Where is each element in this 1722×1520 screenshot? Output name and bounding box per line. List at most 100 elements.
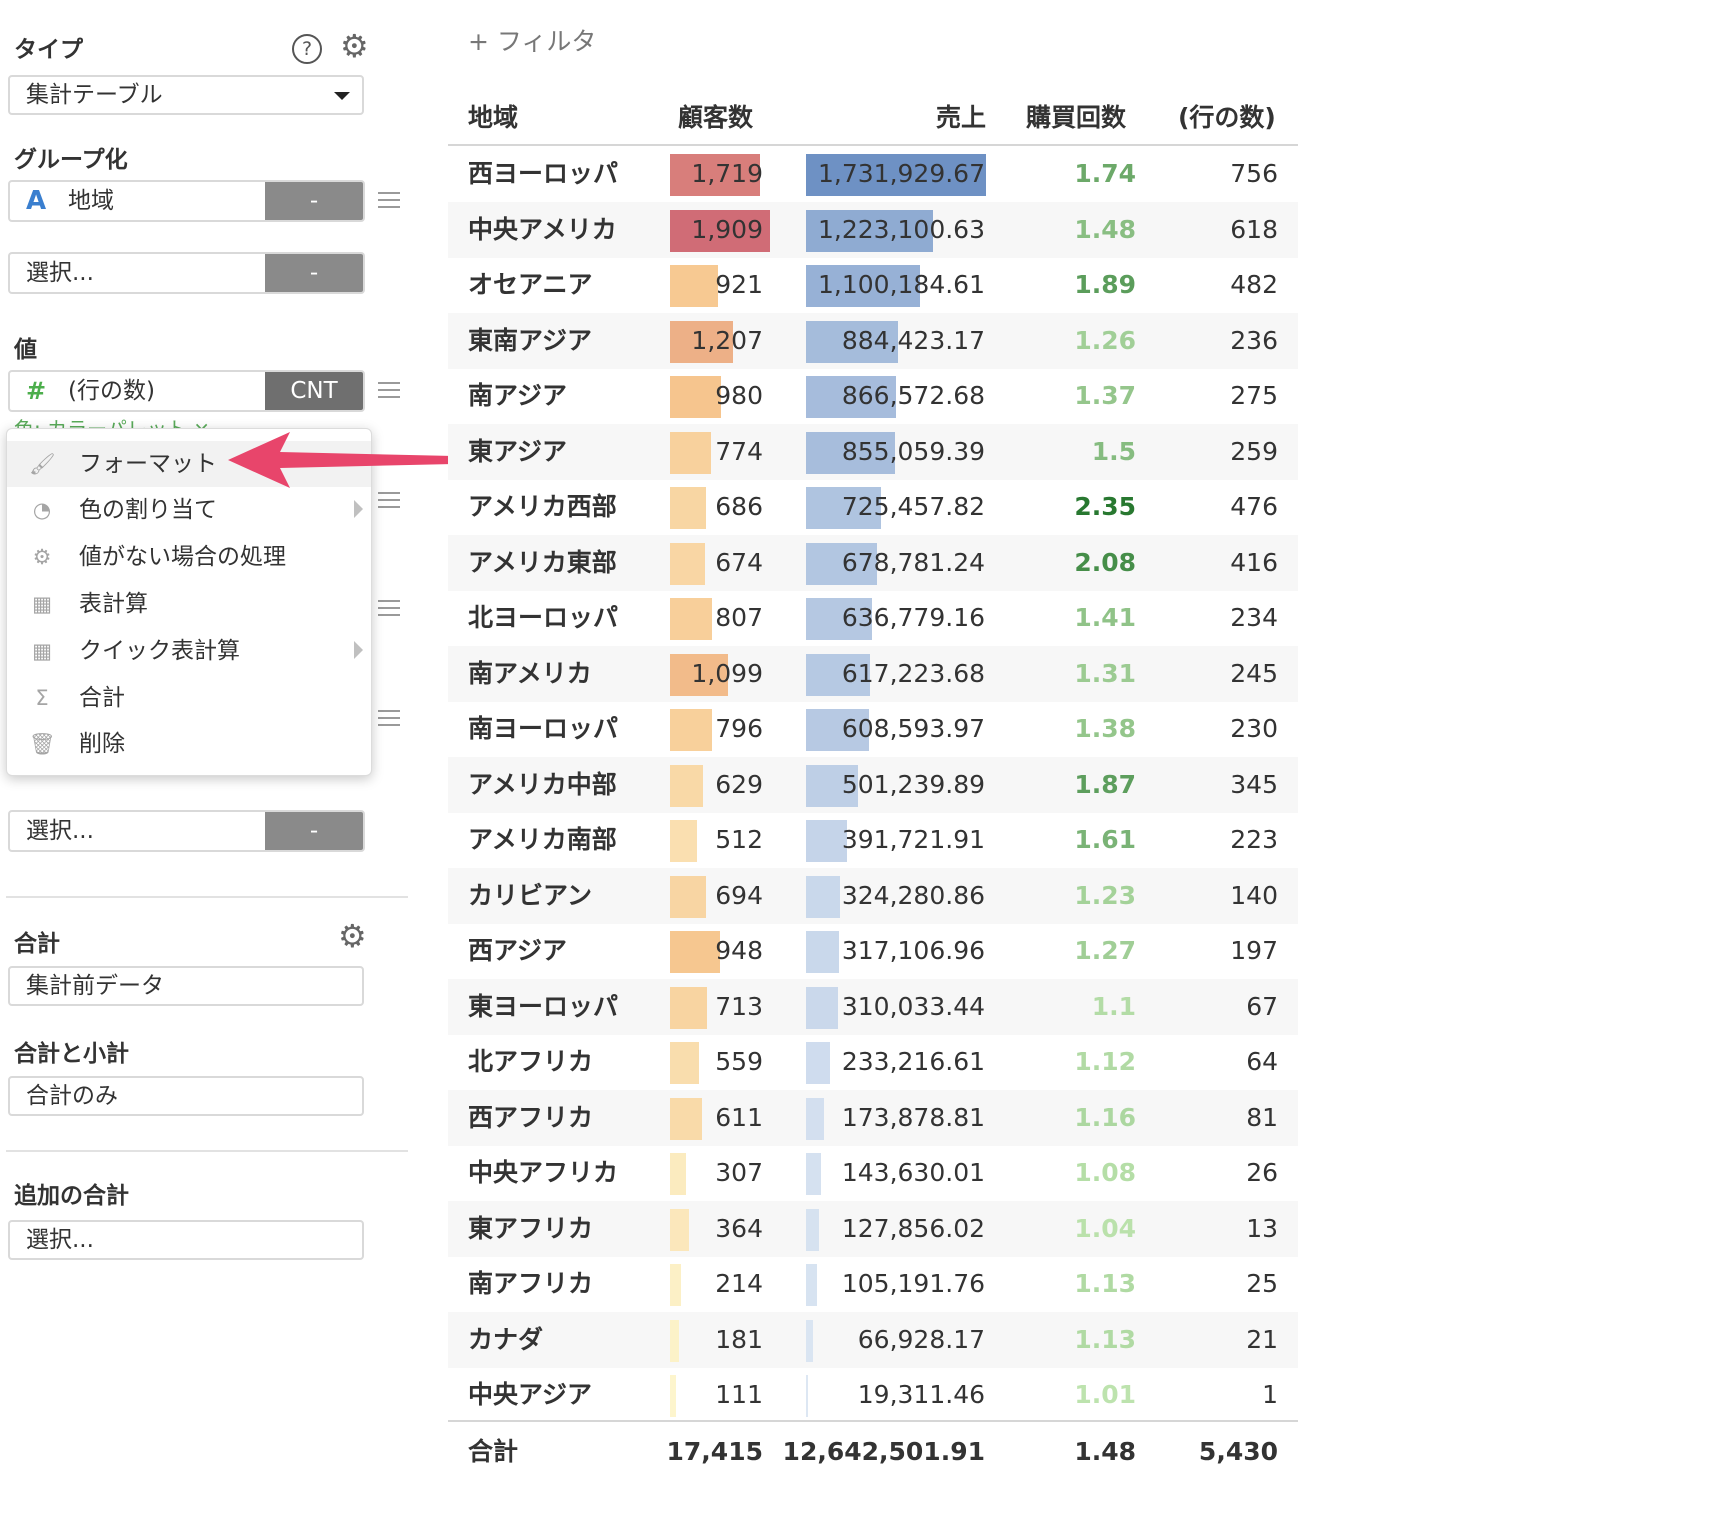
drag-handle-icon[interactable] (378, 382, 400, 398)
group-select-button[interactable]: - (265, 254, 363, 292)
gear-icon[interactable]: ⚙ (340, 30, 369, 62)
extra-total-label: 追加の合計 (14, 1183, 129, 1209)
table-row: オセアニア 921 1,100,184.61 1.89 482 (448, 257, 1298, 313)
table-row: 南アメリカ 1,099 617,223.68 1.31 245 (448, 645, 1298, 702)
table-row: アメリカ西部 686 725,457.82 2.35 476 (448, 479, 1298, 535)
trash-icon: 🗑 (29, 732, 56, 756)
table-row: 中央アフリカ 307 143,630.01 1.08 26 (448, 1145, 1298, 1201)
table-row: 北アフリカ 559 233,216.61 1.12 64 (448, 1034, 1298, 1090)
aggregate-table: + フィルタ 地域 顧客数 売上▾ 購買回数 (行の数) 西ヨーロッパ1,719… (448, 0, 1308, 1520)
table-row: 東アジア 774 855,059.39 1.5 259 (448, 423, 1298, 480)
row-count-value: 234 (1230, 603, 1278, 632)
row-count-value: 140 (1230, 880, 1278, 910)
table-row: 南アジア 980 866,572.68 1.37 275 (448, 368, 1298, 424)
group-label: グループ化 (14, 147, 128, 173)
menu-item-missing-values[interactable]: ⚙ 値がない場合の処理 (7, 534, 371, 580)
row-count-value: 26 (1246, 1158, 1278, 1187)
total-select[interactable]: 集計前データ (8, 966, 364, 1006)
type-select[interactable]: 集計テーブル (8, 75, 364, 115)
menu-item-quick-table-calc[interactable]: ▦ クイック表計算 (7, 628, 371, 674)
group-select-pill[interactable]: 選択... - (8, 252, 365, 294)
palette-icon: ◔ (32, 498, 52, 522)
row-count-value: 67 (1246, 991, 1278, 1021)
subtotal-select[interactable]: 合計のみ (8, 1076, 364, 1116)
table-icon: ▦ (32, 592, 52, 616)
total-label: 合計 (14, 931, 60, 957)
total-divider (448, 1420, 1298, 1422)
table-row: 東アフリカ 364 127,856.02 1.04 13 (448, 1200, 1298, 1257)
group-select-text: 選択... (26, 260, 94, 286)
row-count-value: 259 (1230, 436, 1278, 466)
gear-icon[interactable]: ⚙ (338, 920, 367, 952)
type-label: タイプ (14, 37, 83, 63)
value-field-pill[interactable]: # (行の数) CNT (8, 370, 365, 412)
type-select-value: 集計テーブル (26, 82, 163, 108)
select-pill[interactable]: 選択... - (8, 810, 365, 852)
color-setting-partial: 色: カラーパレット × (14, 416, 210, 428)
number-type-icon: # (26, 377, 47, 405)
drag-handle-icon[interactable] (378, 710, 400, 726)
row-count-value: 223 (1230, 825, 1278, 854)
chevron-down-icon (334, 92, 350, 100)
group-field-button[interactable]: - (265, 182, 363, 220)
table-row: カナダ 181 66,928.17 1.13 21 (448, 1311, 1298, 1368)
header-sales[interactable]: 売上▾ (928, 96, 986, 176)
row-count-value: 618 (1230, 214, 1278, 244)
total-rows: 5,430 (1198, 1437, 1278, 1466)
drag-handle-icon[interactable] (378, 192, 400, 208)
help-icon[interactable]: ? (292, 34, 322, 64)
header-row-count[interactable]: (行の数) (1178, 96, 1276, 140)
table-row: 東南アジア 1,207 884,423.17 1.26 236 (448, 312, 1298, 369)
subtotal-label: 合計と小計 (14, 1041, 129, 1067)
menu-item-table-calc[interactable]: ▦ 表計算 (7, 581, 371, 627)
extra-total-select[interactable]: 選択... (8, 1220, 364, 1260)
sigma-icon: Σ (35, 686, 49, 710)
table-row: 西アジア 948 317,106.96 1.27 197 (448, 923, 1298, 979)
row-count-value: 476 (1230, 492, 1278, 521)
divider (6, 1150, 408, 1152)
row-count-value: 345 (1230, 769, 1278, 799)
table-row: カリビアン 694 324,280.86 1.23 140 (448, 867, 1298, 924)
table-row: アメリカ東部 674 678,781.24 2.08 416 (448, 534, 1298, 591)
table-icon: ▦ (32, 639, 52, 663)
row-count-value: 245 (1230, 658, 1278, 688)
select-text: 選択... (26, 818, 94, 844)
menu-item-color-assign[interactable]: ◔ 色の割り当て (7, 487, 371, 533)
table-row: 北ヨーロッパ 807 636,779.16 1.41 234 (448, 590, 1298, 646)
divider (6, 896, 408, 898)
group-field-name: 地域 (68, 188, 114, 214)
row-count-value: 236 (1230, 325, 1278, 355)
annotation-arrow (228, 432, 454, 488)
table-row: 東ヨーロッパ 713 310,033.44 1.1 67 (448, 978, 1298, 1035)
table-row: 西ヨーロッパ 1,719 1,731,929.67 1.74 756 (448, 146, 1298, 202)
table-row: アメリカ中部 629 501,239.89 1.87 345 (448, 756, 1298, 813)
add-filter-button[interactable]: + フィルタ (468, 22, 596, 58)
gear-icon: ⚙ (32, 545, 52, 569)
row-count-value: 756 (1230, 159, 1278, 188)
header-region[interactable]: 地域 (468, 96, 518, 140)
row-count-value: 197 (1230, 936, 1278, 965)
row-count-value: 81 (1246, 1102, 1278, 1132)
table-row: 中央アメリカ 1,909 1,223,100.63 1.48 618 (448, 201, 1298, 258)
header-purchases[interactable]: 購買回数 (1026, 96, 1126, 140)
aggregation-button[interactable]: CNT (265, 372, 363, 410)
string-type-icon: A (26, 186, 47, 216)
table-row: 南ヨーロッパ 796 608,593.97 1.38 230 (448, 701, 1298, 757)
row-count-value: 1 (1262, 1380, 1278, 1409)
table-row: 中央アジア 111 19,311.46 1.01 1 (448, 1367, 1298, 1423)
row-count-value: 21 (1246, 1324, 1278, 1354)
group-field-pill[interactable]: A 地域 - (8, 180, 365, 222)
row-count-value: 275 (1230, 381, 1278, 410)
total-row: 合計 17,415 12,642,501.91 1.48 5,430 (448, 1424, 1298, 1480)
select-button[interactable]: - (265, 812, 363, 850)
submenu-arrow-icon (354, 641, 363, 659)
value-label: 値 (14, 337, 37, 363)
drag-handle-icon[interactable] (378, 492, 400, 508)
drag-handle-icon[interactable] (378, 600, 400, 616)
menu-item-sum[interactable]: Σ 合計 (7, 675, 371, 721)
brush-icon: 🖌 (29, 452, 56, 476)
value-field-name: (行の数) (68, 378, 155, 404)
menu-item-delete[interactable]: 🗑 削除 (7, 721, 371, 767)
header-customers[interactable]: 顧客数 (678, 96, 753, 140)
table-row: 南アフリカ 214 105,191.76 1.13 25 (448, 1256, 1298, 1312)
